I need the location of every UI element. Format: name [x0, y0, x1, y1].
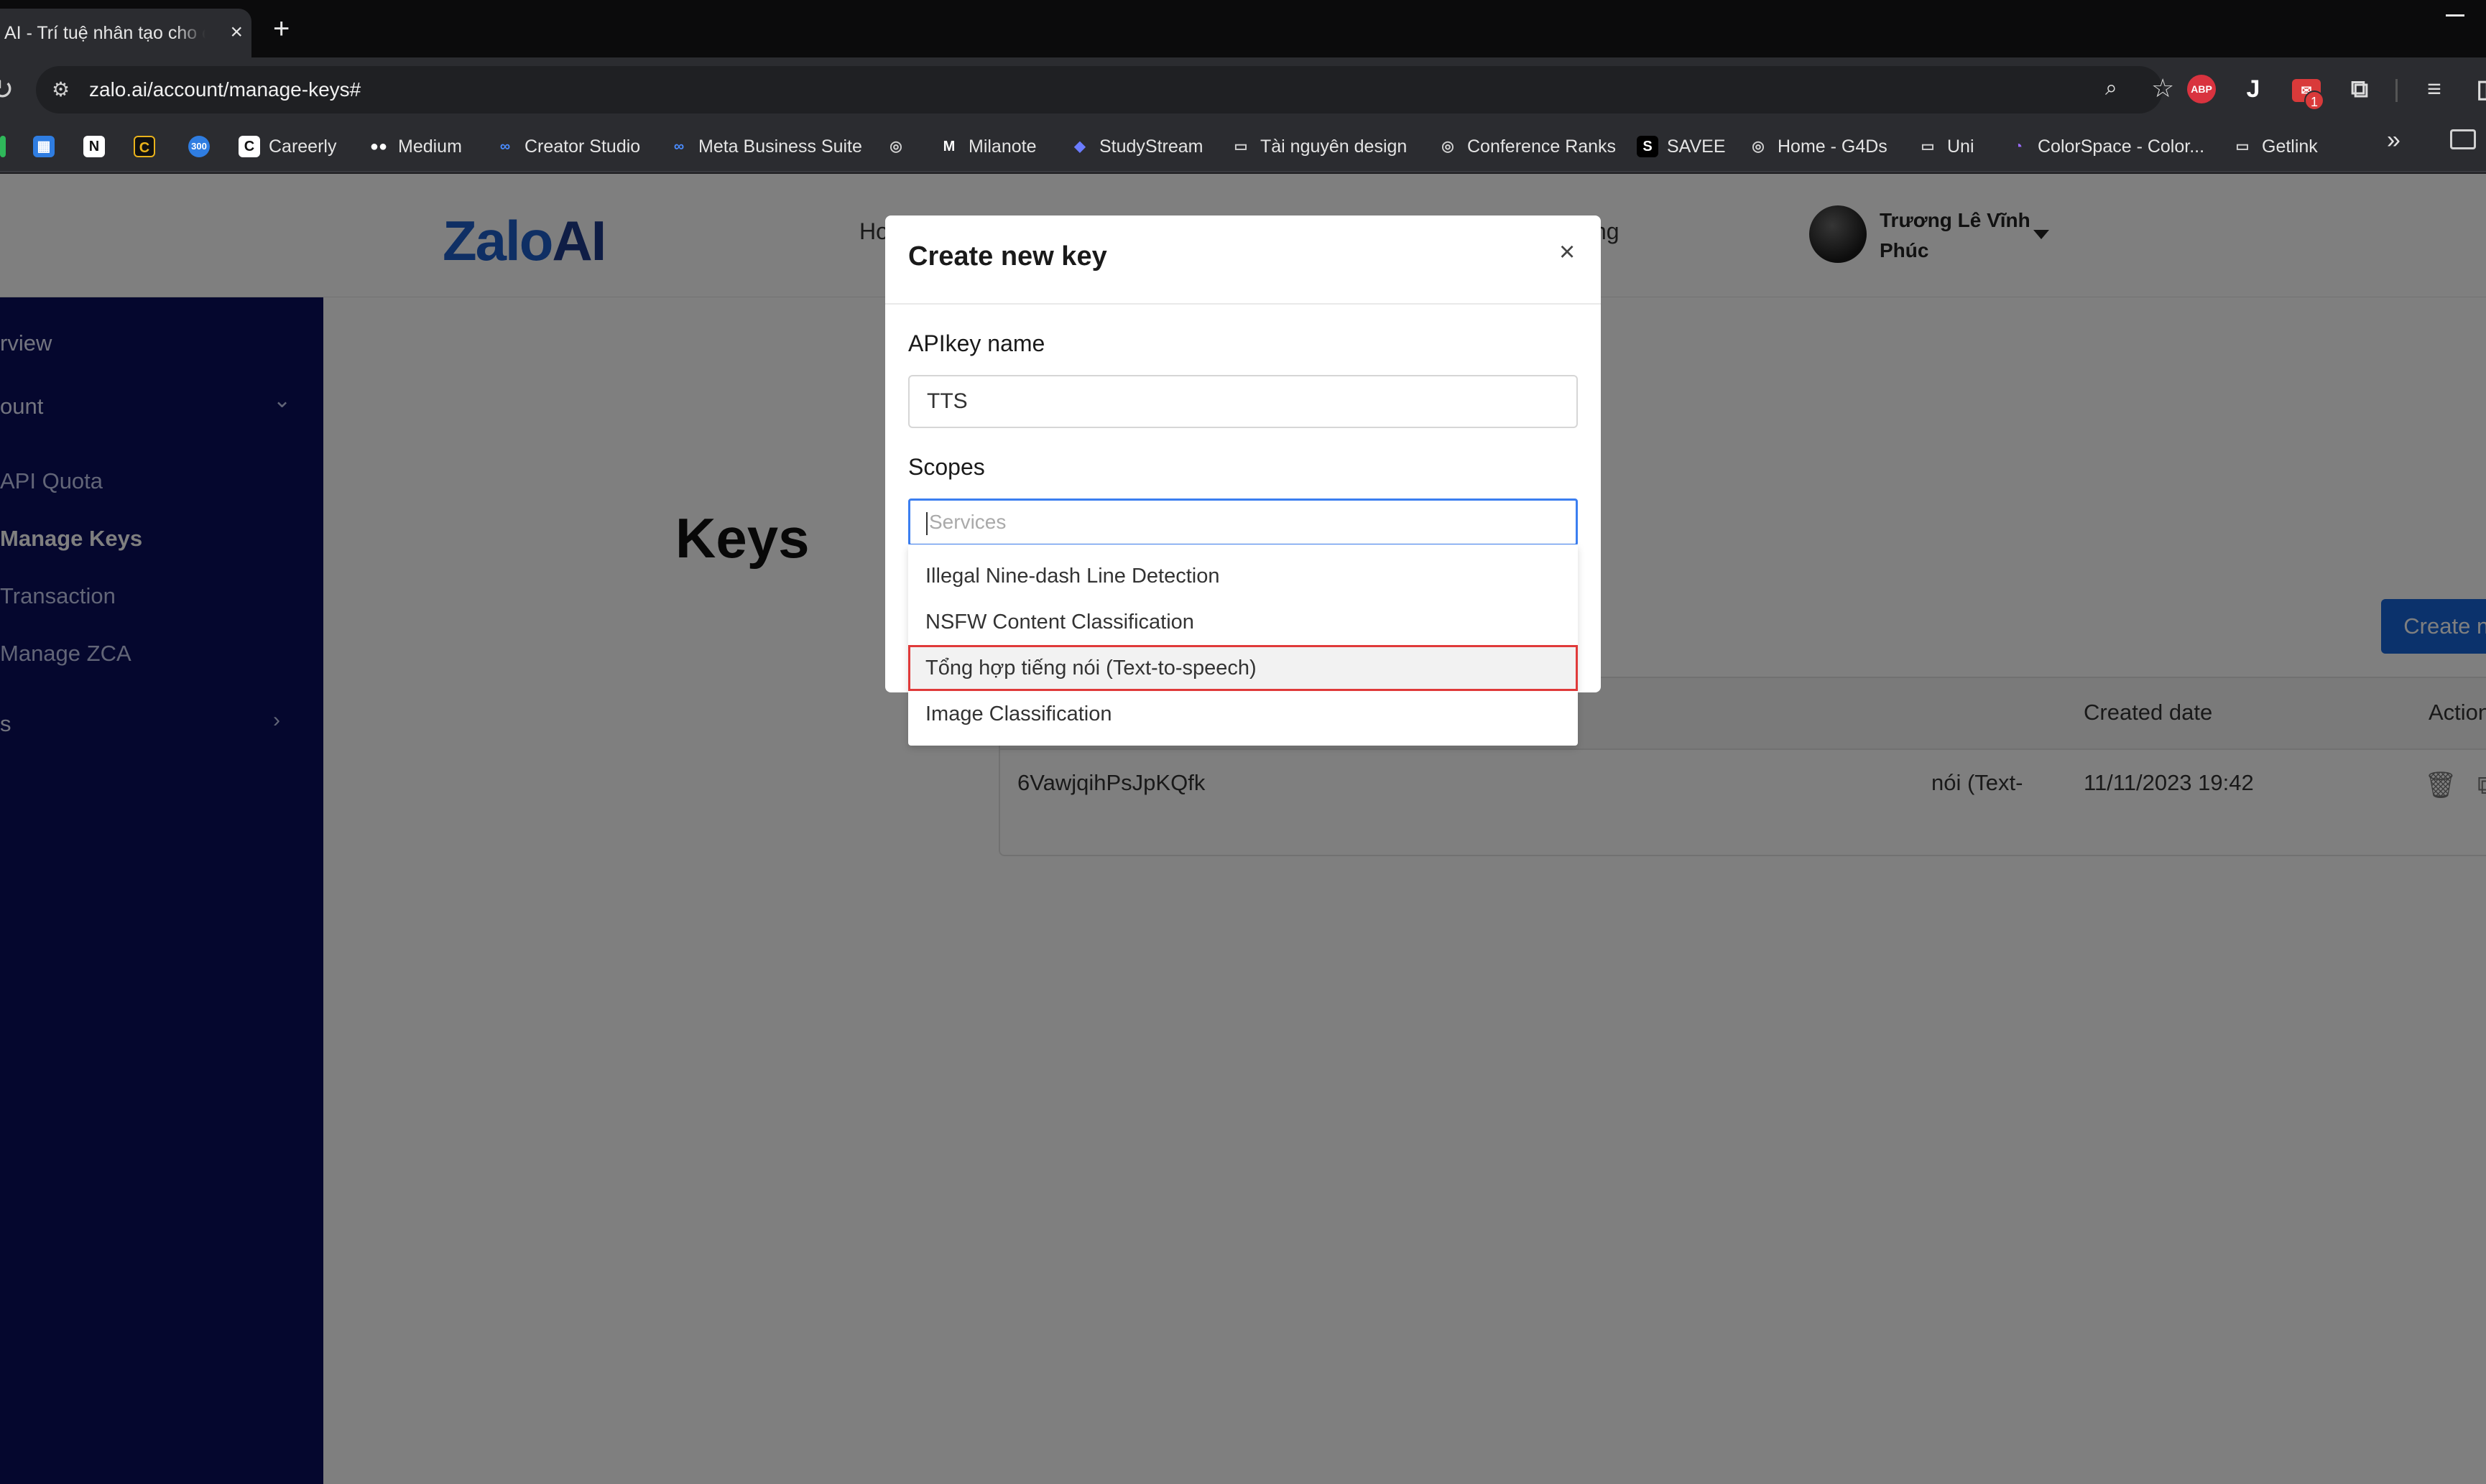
bookmark-getlink[interactable]: ▭ Getlink [2232, 132, 2318, 161]
bookmark-tai-nguyen-design[interactable]: ▭ Tài nguyên design [1230, 132, 1408, 161]
bookmark-home-g4ds[interactable]: ◎ Home - G4Ds [1747, 132, 1887, 161]
reload-icon[interactable]: ↻ [0, 73, 14, 106]
bookmark-300-icon[interactable]: 300 [188, 132, 218, 161]
scopes-placeholder: Services [929, 511, 1007, 533]
bookmark-meta-business-suite[interactable]: ∞ Meta Business Suite [668, 132, 862, 161]
browser-tab[interactable]: AI - Trí tuệ nhân tạo cho c × [0, 9, 251, 57]
bookmark-careerly[interactable]: C Careerly [239, 132, 336, 161]
scopes-input[interactable]: Services [908, 498, 1578, 546]
media-control-icon[interactable]: ≡ [2420, 75, 2449, 103]
bookmark-savee[interactable]: S SAVEE [1637, 132, 1726, 161]
folder-icon: ▭ [2235, 139, 2250, 154]
folder-icon: ▭ [1234, 139, 1248, 154]
site-info-icon[interactable]: ⚙ [52, 78, 76, 102]
meta-icon: ∞ [499, 139, 511, 154]
mail-badge: 1 [2304, 91, 2324, 111]
bookmark-calendar-icon[interactable]: ▦ [33, 132, 63, 161]
side-panel-icon[interactable]: ▯ [2469, 75, 2486, 103]
bookmark-notion-icon[interactable]: N [83, 132, 114, 161]
scope-option[interactable]: Illegal Nine-dash Line Detection [908, 553, 1578, 599]
bookmark-creator-studio[interactable]: ∞ Creator Studio [494, 132, 640, 161]
browser-toolbar: ↻ ⚙ zalo.ai/account/manage-keys# ⌕ ☆ ABP… [0, 57, 2486, 122]
folder-icon: ▭ [1921, 139, 1935, 154]
adblock-extension-icon[interactable]: ABP [2187, 75, 2216, 103]
bookmark-conference-ranks[interactable]: ◎ Conference Ranks [1437, 132, 1616, 161]
savee-icon: S [1637, 136, 1658, 157]
milanote-icon: M [943, 139, 956, 154]
bookmark-globe[interactable]: ◎ [885, 132, 915, 161]
bookmark-medium[interactable]: ●● Medium [368, 132, 462, 161]
scope-option-highlighted[interactable]: Tổng hợp tiếng nói (Text-to-speech) [908, 645, 1578, 691]
scope-option[interactable]: NSFW Content Classification [908, 599, 1578, 645]
search-icon[interactable]: ⌕ [2105, 76, 2117, 101]
close-icon[interactable]: × [1559, 237, 1575, 268]
meta-icon: ∞ [673, 139, 685, 154]
apikey-name-label: APIkey name [908, 330, 1045, 356]
globe-icon: ◎ [889, 139, 902, 154]
bookmark-green-icon[interactable] [0, 132, 14, 161]
toolbar-divider [2395, 79, 2398, 102]
bookmark-studystream[interactable]: ◆ StudyStream [1069, 132, 1203, 161]
bookmark-colorspace[interactable]: ◔ ColorSpace - Color... [2007, 132, 2204, 161]
modal-header: Create new key × [885, 215, 1601, 305]
studystream-icon: ◆ [1074, 139, 1086, 154]
tab-title: AI - Trí tuệ nhân tạo cho c [4, 22, 205, 43]
window-minimize-icon[interactable] [2446, 14, 2464, 17]
scopes-label: Scopes [908, 454, 985, 480]
other-bookmarks-folder-icon[interactable] [2450, 129, 2476, 149]
bookmark-milanote[interactable]: M Milanote [938, 132, 1037, 161]
tab-close-icon[interactable]: × [230, 20, 243, 45]
globe-icon: ◎ [1441, 139, 1454, 154]
bookmark-uni[interactable]: ▭ Uni [1917, 132, 1974, 161]
address-bar[interactable]: ⚙ zalo.ai/account/manage-keys# ⌕ ☆ [36, 66, 2174, 113]
text-caret [926, 511, 928, 535]
browser-tab-bar: AI - Trí tuệ nhân tạo cho c × + [0, 0, 2486, 57]
extensions-puzzle-icon[interactable]: ⧉ [2345, 75, 2374, 103]
apikey-name-input[interactable]: TTS [908, 375, 1578, 428]
bookmarks-more-icon[interactable]: » [2387, 126, 2400, 154]
bookmark-star-icon[interactable]: ☆ [2151, 73, 2174, 103]
medium-icon: ●● [369, 139, 388, 154]
bookmark-c-icon[interactable]: C [134, 132, 164, 161]
colorspace-icon: ◔ [2013, 139, 2023, 154]
j-extension-icon[interactable]: J [2239, 75, 2268, 103]
new-tab-button[interactable]: + [273, 14, 290, 43]
globe-icon: ◎ [1752, 139, 1765, 154]
careerly-icon: C [239, 136, 260, 157]
scopes-dropdown: Illegal Nine-dash Line Detection NSFW Co… [908, 544, 1578, 746]
modal-title: Create new key [908, 241, 1107, 272]
scope-option[interactable]: Image Classification [908, 691, 1578, 737]
url-text[interactable]: zalo.ai/account/manage-keys# [89, 78, 361, 101]
bookmarks-bar: ▦ N C 300 C Careerly ●● Medium ∞ Creator St… [0, 122, 2486, 172]
